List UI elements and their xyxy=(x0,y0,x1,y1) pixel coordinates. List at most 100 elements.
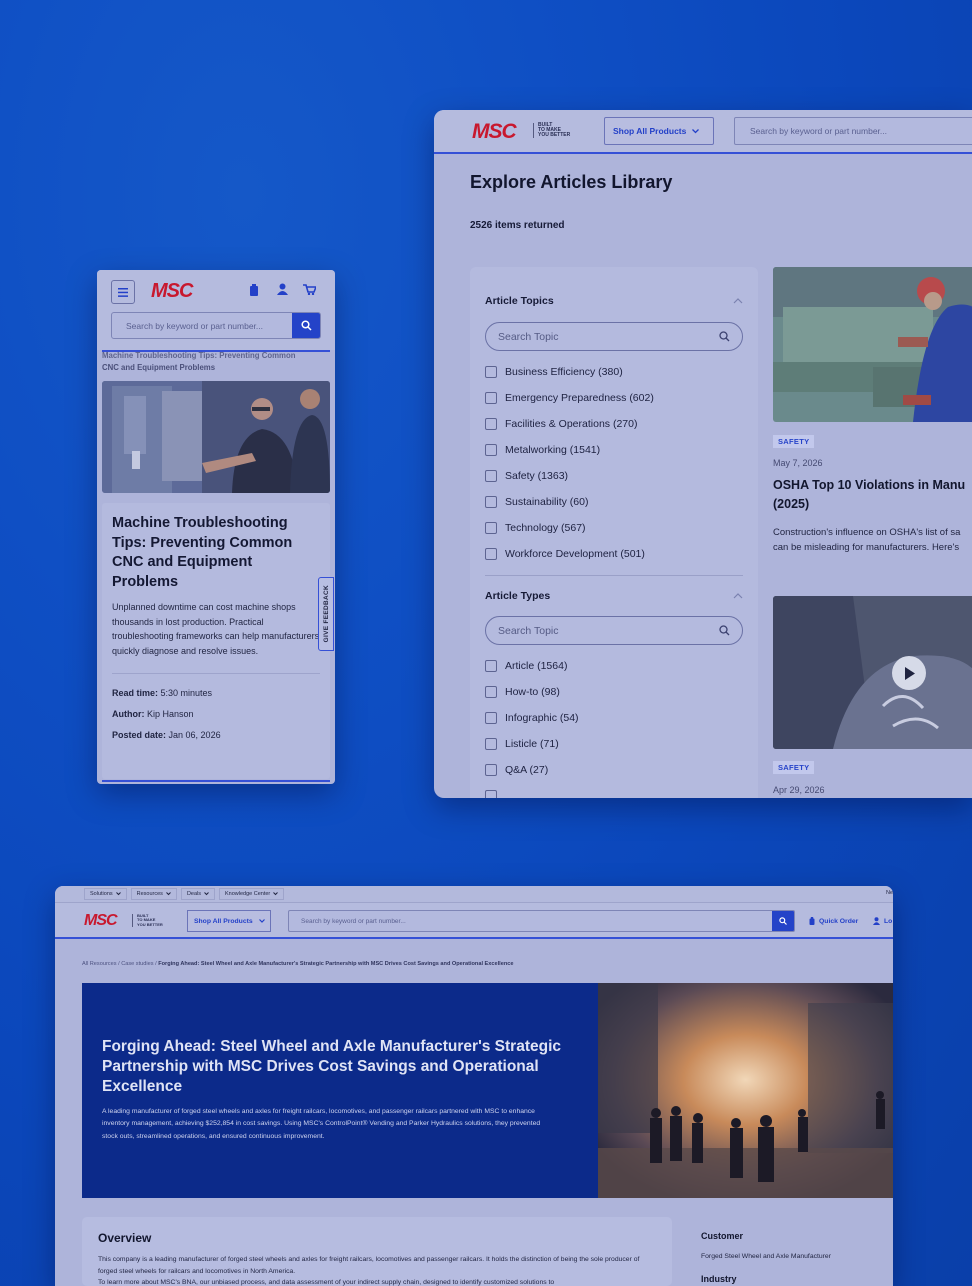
cart-icon[interactable] xyxy=(303,284,316,295)
type-checkbox[interactable]: Listicle (71) xyxy=(485,731,743,757)
posted-date: Posted date: Jan 06, 2026 xyxy=(112,729,221,740)
msc-logo[interactable]: MSC xyxy=(151,280,193,303)
type-checkbox[interactable]: Infographic (54) xyxy=(485,705,743,731)
topics-heading-row[interactable]: Article Topics xyxy=(485,293,743,309)
article-date: Apr 29, 2026 xyxy=(773,785,825,795)
mobile-header: MSC Search by keyword or part number... xyxy=(97,270,335,350)
chevron-down-icon xyxy=(273,892,279,896)
type-checkbox[interactable]: How-to (98) xyxy=(485,679,743,705)
case-header: MSC BUILT TO MAKE YOU BETTER Shop All Pr… xyxy=(55,903,893,939)
glove-photo xyxy=(773,596,972,749)
divider xyxy=(112,672,320,674)
topic-checkbox[interactable]: Metalworking (1541) xyxy=(485,437,743,463)
article-video-thumbnail[interactable] xyxy=(773,596,972,749)
checkbox[interactable] xyxy=(485,444,497,456)
breadcrumb-link[interactable]: Case studies xyxy=(121,961,153,967)
library-title: Explore Articles Library xyxy=(470,172,673,192)
divider xyxy=(485,575,743,576)
checkbox[interactable] xyxy=(485,522,497,534)
articles-library-window: MSC BUILT TO MAKE YOU BETTER Shop All Pr… xyxy=(434,110,972,798)
article-card[interactable]: SAFETY Apr 29, 2026 xyxy=(773,596,972,798)
search-icon xyxy=(300,320,312,331)
search-button[interactable] xyxy=(772,911,794,931)
checkbox[interactable] xyxy=(485,418,497,430)
article-date: May 7, 2026 xyxy=(773,458,823,468)
chevron-up-icon[interactable] xyxy=(733,593,743,599)
nav-item[interactable]: Solutions xyxy=(84,888,127,900)
type-checkbox[interactable]: Article (1564) xyxy=(485,653,743,679)
type-checkbox[interactable] xyxy=(485,783,743,798)
user-icon[interactable] xyxy=(277,283,288,295)
topics-search-input[interactable]: Search Topic xyxy=(485,322,743,351)
quick-order-link[interactable]: Quick Order xyxy=(809,917,858,925)
checkbox[interactable] xyxy=(485,548,497,560)
checkbox[interactable] xyxy=(485,470,497,482)
checkbox[interactable] xyxy=(485,686,497,698)
topic-checkbox[interactable]: Business Efficiency (380) xyxy=(485,359,743,385)
topic-checkbox[interactable]: Workforce Development (501) xyxy=(485,541,743,567)
user-icon xyxy=(873,917,880,925)
chevron-up-icon[interactable] xyxy=(733,298,743,304)
topic-checkbox[interactable]: Technology (567) xyxy=(485,515,743,541)
overview-heading: Overview xyxy=(98,1231,152,1245)
customer-sidebar: Customer Forged Steel Wheel and Axle Man… xyxy=(701,1231,881,1284)
topic-checkbox[interactable]: Safety (1363) xyxy=(485,463,743,489)
nav-right-link[interactable]: Ne xyxy=(886,890,893,896)
breadcrumb-link[interactable]: All Resources xyxy=(82,961,117,967)
library-search[interactable]: Search by keyword or part number... xyxy=(734,117,972,145)
checkbox[interactable] xyxy=(485,790,497,798)
hero-title: Forging Ahead: Steel Wheel and Axle Manu… xyxy=(102,1038,562,1095)
feedback-tab[interactable]: GIVE FEEDBACK xyxy=(318,577,334,651)
types-list: Article (1564) How-to (98) Infographic (… xyxy=(485,653,743,798)
play-button[interactable] xyxy=(892,656,926,690)
read-time: Read time: 5:30 minutes xyxy=(112,687,213,698)
msc-logo[interactable]: MSC xyxy=(84,912,118,930)
shop-all-products-button[interactable]: Shop All Products xyxy=(604,117,714,145)
clipboard-icon[interactable] xyxy=(249,284,259,296)
nav-item[interactable]: Knowledge Center xyxy=(219,888,285,900)
checkbox[interactable] xyxy=(485,764,497,776)
machinists-photo xyxy=(102,381,330,493)
article-image xyxy=(773,267,972,422)
chevron-down-icon xyxy=(115,892,121,896)
login-link[interactable]: Lo xyxy=(873,917,892,925)
logo-tagline: BUILT TO MAKE YOU BETTER xyxy=(132,913,163,927)
overview-text-more: To learn more about MSC's BNA, our unbia… xyxy=(98,1279,555,1286)
topic-checkbox[interactable]: Emergency Preparedness (602) xyxy=(485,385,743,411)
search-input[interactable]: Search by keyword or part number... xyxy=(112,321,292,331)
mobile-search[interactable]: Search by keyword or part number... xyxy=(111,312,321,339)
checkbox[interactable] xyxy=(485,496,497,508)
author: Author: Kip Hanson xyxy=(112,708,194,719)
nav-item[interactable]: Deals xyxy=(180,888,215,900)
checkbox[interactable] xyxy=(485,738,497,750)
msc-logo[interactable]: MSC xyxy=(472,120,517,144)
forging-photo xyxy=(598,983,893,1198)
types-heading-row[interactable]: Article Types xyxy=(485,588,743,604)
types-search-input[interactable]: Search Topic xyxy=(485,616,743,645)
hamburger-icon xyxy=(118,287,128,297)
article-title: OSHA Top 10 Violations in Manu (2025) xyxy=(773,478,966,511)
search-button[interactable] xyxy=(292,313,320,338)
overview-text: This company is a leading manufacturer o… xyxy=(98,1256,640,1275)
checkbox[interactable] xyxy=(485,712,497,724)
topics-list: Business Efficiency (380) Emergency Prep… xyxy=(485,359,743,567)
chevron-down-icon xyxy=(258,919,265,923)
shop-all-products-button[interactable]: Shop All Products xyxy=(187,910,271,932)
library-header: MSC BUILT TO MAKE YOU BETTER Shop All Pr… xyxy=(434,110,972,154)
type-checkbox[interactable]: Q&A (27) xyxy=(485,757,743,783)
category-badge: SAFETY xyxy=(773,435,815,448)
checkbox[interactable] xyxy=(485,660,497,672)
bottom-accent xyxy=(102,780,330,782)
search-icon xyxy=(779,917,787,925)
checkbox[interactable] xyxy=(485,392,497,404)
search-input[interactable]: Search by keyword or part number... xyxy=(289,918,772,925)
checkbox[interactable] xyxy=(485,366,497,378)
case-search[interactable]: Search by keyword or part number... xyxy=(288,910,795,932)
menu-button[interactable] xyxy=(111,280,135,304)
nav-item[interactable]: Resources xyxy=(130,888,177,900)
topic-checkbox[interactable]: Facilities & Operations (270) xyxy=(485,411,743,437)
article-card[interactable]: SAFETY May 7, 2026 OSHA Top 10 Violation… xyxy=(773,267,972,557)
mobile-hero-image xyxy=(102,381,330,493)
chevron-down-icon xyxy=(692,128,700,133)
topic-checkbox[interactable]: Sustainability (60) xyxy=(485,489,743,515)
